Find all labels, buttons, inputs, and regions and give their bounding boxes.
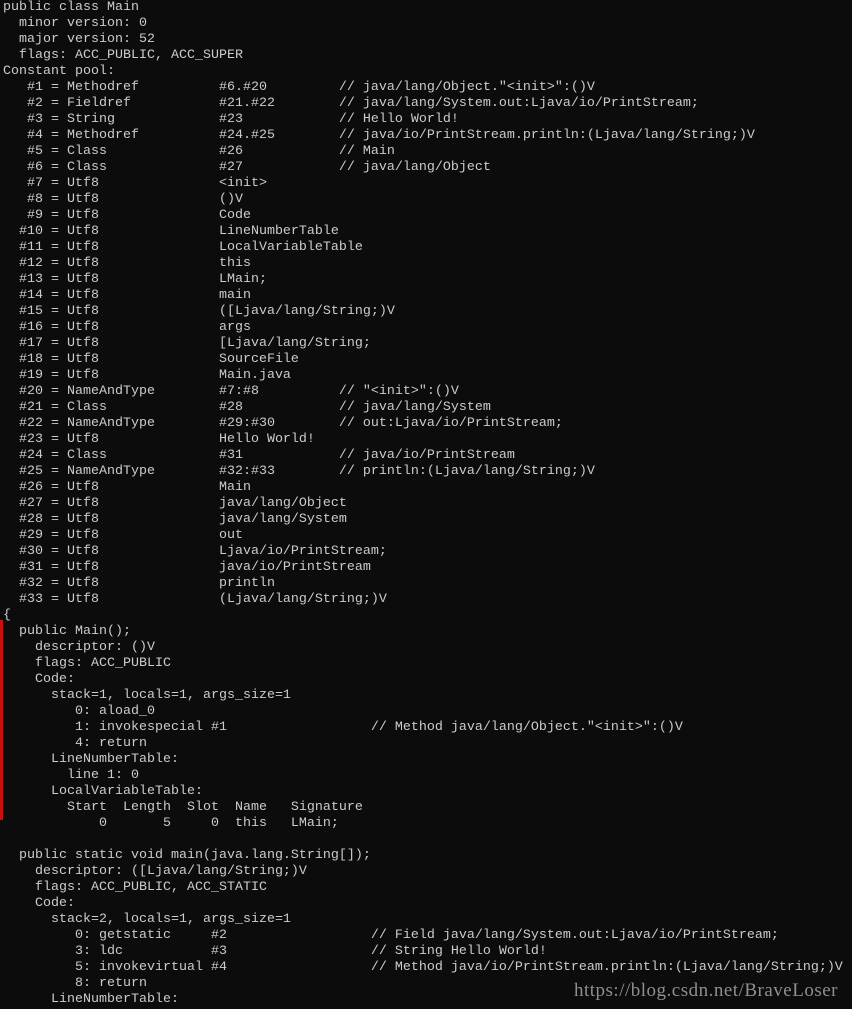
console-output: public class Main minor version: 0 major…: [3, 0, 843, 1008]
console-line: public Main();: [3, 624, 131, 639]
console-line: #10 = Utf8 LineNumberTable: [3, 224, 339, 239]
console-line: stack=1, locals=1, args_size=1: [3, 688, 291, 703]
console-line: line 1: 0: [3, 768, 139, 783]
console-line: 4: return: [3, 736, 147, 751]
console-line: #22 = NameAndType #29:#30 // out:Ljava/i…: [3, 416, 563, 431]
console-line: 5: invokevirtual #4 // Method java/io/Pr…: [3, 960, 843, 975]
console-line: #3 = String #23 // Hello World!: [3, 112, 459, 127]
console-line: public static void main(java.lang.String…: [3, 848, 371, 863]
console-line: #15 = Utf8 ([Ljava/lang/String;)V: [3, 304, 395, 319]
console-line: #30 = Utf8 Ljava/io/PrintStream;: [3, 544, 387, 559]
console-line: #31 = Utf8 java/io/PrintStream: [3, 560, 371, 575]
console-line: #25 = NameAndType #32:#33 // println:(Lj…: [3, 464, 595, 479]
console-line: {: [3, 608, 11, 623]
console-line: #27 = Utf8 java/lang/Object: [3, 496, 347, 511]
console-line: LocalVariableTable:: [3, 784, 203, 799]
console-line: major version: 52: [3, 32, 155, 47]
console-line: #13 = Utf8 LMain;: [3, 272, 267, 287]
console-line: LineNumberTable:: [3, 752, 179, 767]
console-line: #9 = Utf8 Code: [3, 208, 251, 223]
console-line: #19 = Utf8 Main.java: [3, 368, 291, 383]
console-line: #24 = Class #31 // java/io/PrintStream: [3, 448, 515, 463]
console-line: #1 = Methodref #6.#20 // java/lang/Objec…: [3, 80, 595, 95]
console-line: #28 = Utf8 java/lang/System: [3, 512, 347, 527]
console-line: #29 = Utf8 out: [3, 528, 243, 543]
console-line: flags: ACC_PUBLIC: [3, 656, 171, 671]
console-line: public class Main: [3, 0, 139, 15]
console-line: Start Length Slot Name Signature: [3, 800, 363, 815]
console-line: #5 = Class #26 // Main: [3, 144, 395, 159]
console-line: #33 = Utf8 (Ljava/lang/String;)V: [3, 592, 387, 607]
console-line: 1: invokespecial #1 // Method java/lang/…: [3, 720, 683, 735]
console-line: #11 = Utf8 LocalVariableTable: [3, 240, 363, 255]
console-line: 0: getstatic #2 // Field java/lang/Syste…: [3, 928, 779, 943]
console-line: #21 = Class #28 // java/lang/System: [3, 400, 491, 415]
console-line: #14 = Utf8 main: [3, 288, 251, 303]
console-line: #4 = Methodref #24.#25 // java/io/PrintS…: [3, 128, 755, 143]
console-line: #16 = Utf8 args: [3, 320, 251, 335]
console-line: #6 = Class #27 // java/lang/Object: [3, 160, 491, 175]
console-line: descriptor: ([Ljava/lang/String;)V: [3, 864, 307, 879]
console-line: #12 = Utf8 this: [3, 256, 251, 271]
console-line: 0: aload_0: [3, 704, 155, 719]
watermark: https://blog.csdn.net/BraveLoser: [573, 980, 838, 1001]
console-line: Code:: [3, 896, 75, 911]
console-line: #18 = Utf8 SourceFile: [3, 352, 299, 367]
console-line: stack=2, locals=1, args_size=1: [3, 912, 291, 927]
console-line: minor version: 0: [3, 16, 147, 31]
console-line: Code:: [3, 672, 75, 687]
console-line: 0 5 0 this LMain;: [3, 816, 339, 831]
console-line: #32 = Utf8 println: [3, 576, 275, 591]
console-line: #26 = Utf8 Main: [3, 480, 251, 495]
console-line: Constant pool:: [3, 64, 115, 79]
console-line: #20 = NameAndType #7:#8 // "<init>":()V: [3, 384, 459, 399]
console-line: #23 = Utf8 Hello World!: [3, 432, 315, 447]
console-line: flags: ACC_PUBLIC, ACC_SUPER: [3, 48, 243, 63]
console-line: descriptor: ()V: [3, 640, 155, 655]
console-line: #17 = Utf8 [Ljava/lang/String;: [3, 336, 371, 351]
console-line: flags: ACC_PUBLIC, ACC_STATIC: [3, 880, 267, 895]
console-line: 3: ldc #3 // String Hello World!: [3, 944, 547, 959]
console-line: #7 = Utf8 <init>: [3, 176, 267, 191]
console-line: #2 = Fieldref #21.#22 // java/lang/Syste…: [3, 96, 699, 111]
console-line: #8 = Utf8 ()V: [3, 192, 243, 207]
